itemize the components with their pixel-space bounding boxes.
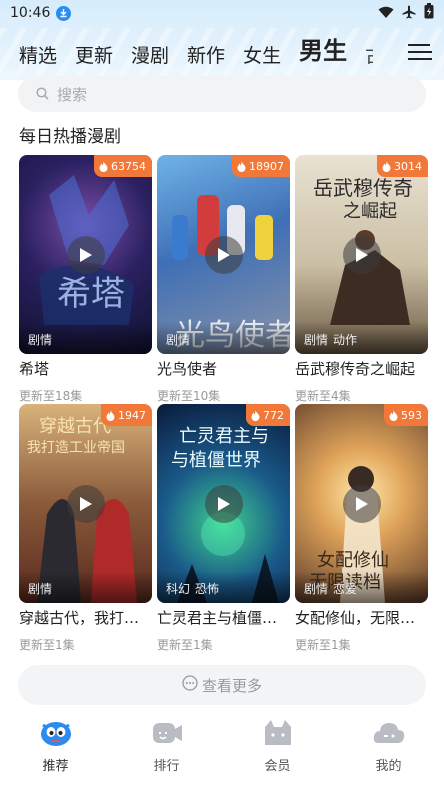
svg-text:亡灵君主与: 亡灵君主与	[179, 426, 269, 447]
drama-title[interactable]: 亡灵君主与植僵世界	[157, 607, 290, 628]
svg-text:女配修仙: 女配修仙	[317, 550, 389, 571]
nav-recommend[interactable]: 推荐	[0, 706, 111, 789]
drama-update: 更新至10集	[157, 389, 221, 403]
nav-label: 排行	[153, 759, 180, 774]
status-time: 10:46	[10, 5, 51, 21]
heat-count: 18907	[249, 159, 284, 173]
heat-badge: 593	[384, 404, 428, 426]
drama-title[interactable]: 穿越古代，我打造工业帝国	[19, 607, 152, 628]
svg-text:我打造工业帝国: 我打造工业帝国	[27, 439, 125, 456]
tab-male[interactable]: 男生	[299, 31, 347, 80]
tab-overflow[interactable]: 古	[365, 41, 373, 80]
heat-count: 3014	[394, 159, 422, 173]
view-more-label: 查看更多	[201, 676, 262, 695]
heat-count: 772	[263, 408, 284, 422]
genre-tag: 恐怖	[195, 582, 220, 596]
drama-cover[interactable]: 亡灵君主与 与植僵世界 772 科幻 恐怖	[157, 404, 290, 603]
member-cat-icon	[261, 715, 295, 753]
heat-count: 63754	[111, 159, 146, 173]
play-icon[interactable]	[342, 235, 381, 274]
play-icon[interactable]	[66, 484, 105, 523]
profile-cloud-icon	[372, 715, 406, 753]
genre-tag: 剧情	[304, 582, 329, 596]
nav-label: 我的	[375, 759, 402, 774]
search-icon	[36, 85, 49, 104]
genre-tags: 剧情	[19, 571, 152, 603]
genre-tags: 剧情	[157, 322, 290, 354]
download-icon	[56, 5, 72, 21]
drama-card[interactable]: 穿越古代 我打造工业帝国 1947 剧情 穿越古代，我打造工业帝国 更新至1集	[19, 404, 152, 653]
drama-cover[interactable]: 岳武穆传奇 之崛起 3014 剧情 动作	[295, 155, 428, 354]
heat-badge: 63754	[94, 155, 152, 177]
tab-short-drama[interactable]: 漫剧	[131, 41, 169, 80]
drama-update: 更新至1集	[157, 638, 213, 652]
recommend-mascot-icon	[39, 715, 73, 753]
drama-card[interactable]: 光鸟使者 18907 剧情 光鸟使者 更新至10集	[157, 155, 290, 404]
genre-tags: 科幻 恐怖	[157, 571, 290, 603]
category-tabs: 精选 更新 漫剧 新作 女生 男生 古	[0, 30, 444, 80]
drama-cover[interactable]: 穿越古代 我打造工业帝国 1947 剧情	[19, 404, 152, 603]
drama-update: 更新至1集	[19, 638, 75, 652]
status-bar: 10:46	[0, 0, 444, 26]
nav-label: 会员	[264, 759, 291, 774]
drama-title[interactable]: 希塔	[19, 358, 152, 379]
heat-badge: 1947	[101, 404, 152, 426]
genre-tag: 剧情	[28, 582, 53, 596]
genre-tag: 科幻	[166, 582, 191, 596]
more-dots-icon	[182, 675, 198, 695]
heat-badge: 3014	[377, 155, 428, 177]
drama-cover[interactable]: 女配修仙 无限读档 593 剧情 恋爱	[295, 404, 428, 603]
drama-card[interactable]: 希塔 63754 剧情 希塔 更新至18集	[19, 155, 152, 404]
tab-new[interactable]: 新作	[187, 41, 225, 80]
genre-tag: 恋爱	[333, 582, 358, 596]
drama-update: 更新至1集	[295, 638, 351, 652]
drama-title[interactable]: 岳武穆传奇之崛起	[295, 358, 428, 379]
genre-tags: 剧情 动作	[295, 322, 428, 354]
heat-badge: 18907	[232, 155, 290, 177]
search-placeholder: 搜索	[57, 85, 88, 104]
tab-updates[interactable]: 更新	[75, 41, 113, 80]
drama-card[interactable]: 女配修仙 无限读档 593 剧情 恋爱 女配修仙，无限读档 更新至1集	[295, 404, 428, 653]
drama-card[interactable]: 亡灵君主与 与植僵世界 772 科幻 恐怖 亡灵君主与植僵世界 更新至1集	[157, 404, 290, 653]
drama-cover[interactable]: 光鸟使者 18907 剧情	[157, 155, 290, 354]
svg-text:岳武穆传奇: 岳武穆传奇	[313, 176, 413, 200]
drama-title[interactable]: 女配修仙，无限读档	[295, 607, 428, 628]
view-more-button[interactable]: 查看更多	[18, 665, 426, 705]
nav-ranking[interactable]: 排行	[111, 706, 222, 789]
heat-count: 593	[401, 408, 422, 422]
tab-female[interactable]: 女生	[243, 41, 281, 80]
heat-badge: 772	[246, 404, 290, 426]
battery-icon	[424, 3, 434, 23]
play-icon[interactable]	[204, 484, 243, 523]
nav-member[interactable]: 会员	[222, 706, 333, 789]
nav-label: 推荐	[42, 759, 69, 774]
ranking-icon	[150, 715, 184, 753]
genre-tag: 剧情	[304, 333, 329, 347]
svg-text:之崛起: 之崛起	[343, 201, 397, 222]
play-icon[interactable]	[204, 235, 243, 274]
svg-text:希塔: 希塔	[57, 274, 125, 314]
drama-title[interactable]: 光鸟使者	[157, 358, 290, 379]
search-bar[interactable]: 搜索	[18, 76, 426, 112]
wifi-icon	[378, 4, 394, 23]
genre-tag: 动作	[333, 333, 358, 347]
drama-card[interactable]: 岳武穆传奇 之崛起 3014 剧情 动作 岳武穆传奇之崛起 更新至4集	[295, 155, 428, 404]
heat-count: 1947	[118, 408, 146, 422]
section-title: 每日热播漫剧	[19, 127, 121, 147]
drama-cover[interactable]: 希塔 63754 剧情	[19, 155, 152, 354]
drama-update: 更新至18集	[19, 389, 83, 403]
genre-tags: 剧情 恋爱	[295, 571, 428, 603]
play-icon[interactable]	[342, 484, 381, 523]
bottom-nav: 推荐 排行 会员 我的	[0, 706, 444, 789]
play-icon[interactable]	[66, 235, 105, 274]
airplane-icon	[402, 4, 416, 23]
genre-tag: 剧情	[166, 333, 191, 347]
tab-featured[interactable]: 精选	[19, 41, 57, 80]
svg-text:与植僵世界: 与植僵世界	[171, 450, 261, 471]
genre-tags: 剧情	[19, 322, 152, 354]
drama-update: 更新至4集	[295, 389, 351, 403]
nav-profile[interactable]: 我的	[333, 706, 444, 789]
menu-icon[interactable]	[408, 44, 432, 64]
genre-tag: 剧情	[28, 333, 53, 347]
